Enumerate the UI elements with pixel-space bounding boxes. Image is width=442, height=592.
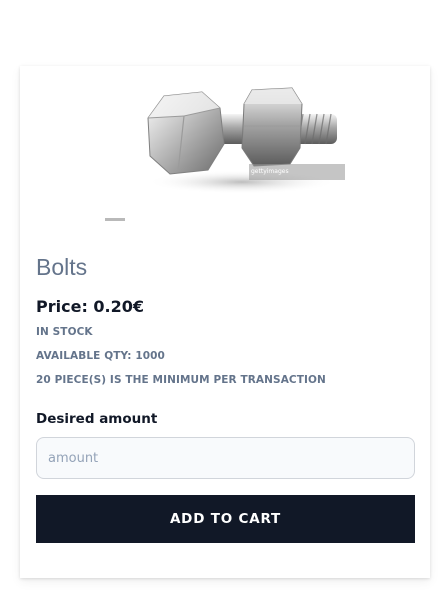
product-title: Bolts (36, 254, 88, 280)
stock-status: IN STOCK (36, 326, 93, 338)
product-card: gettyimages Bolts Price: 0.20€ IN STOCK … (20, 66, 430, 578)
minimum-purchase-note: 20 PIECE(S) IS THE MINIMUM PER TRANSACTI… (36, 374, 326, 386)
available-quantity: AVAILABLE QTY: 1000 (36, 350, 165, 362)
watermark-label: gettyimages (249, 164, 345, 180)
carousel-indicator[interactable] (105, 218, 125, 221)
product-price: Price: 0.20€ (36, 297, 145, 316)
amount-input[interactable] (36, 437, 415, 479)
bolt-and-nut-image (147, 87, 337, 194)
add-to-cart-button[interactable]: ADD TO CART (36, 495, 415, 543)
desired-amount-label: Desired amount (36, 411, 158, 427)
product-image-carousel: gettyimages (20, 66, 430, 236)
